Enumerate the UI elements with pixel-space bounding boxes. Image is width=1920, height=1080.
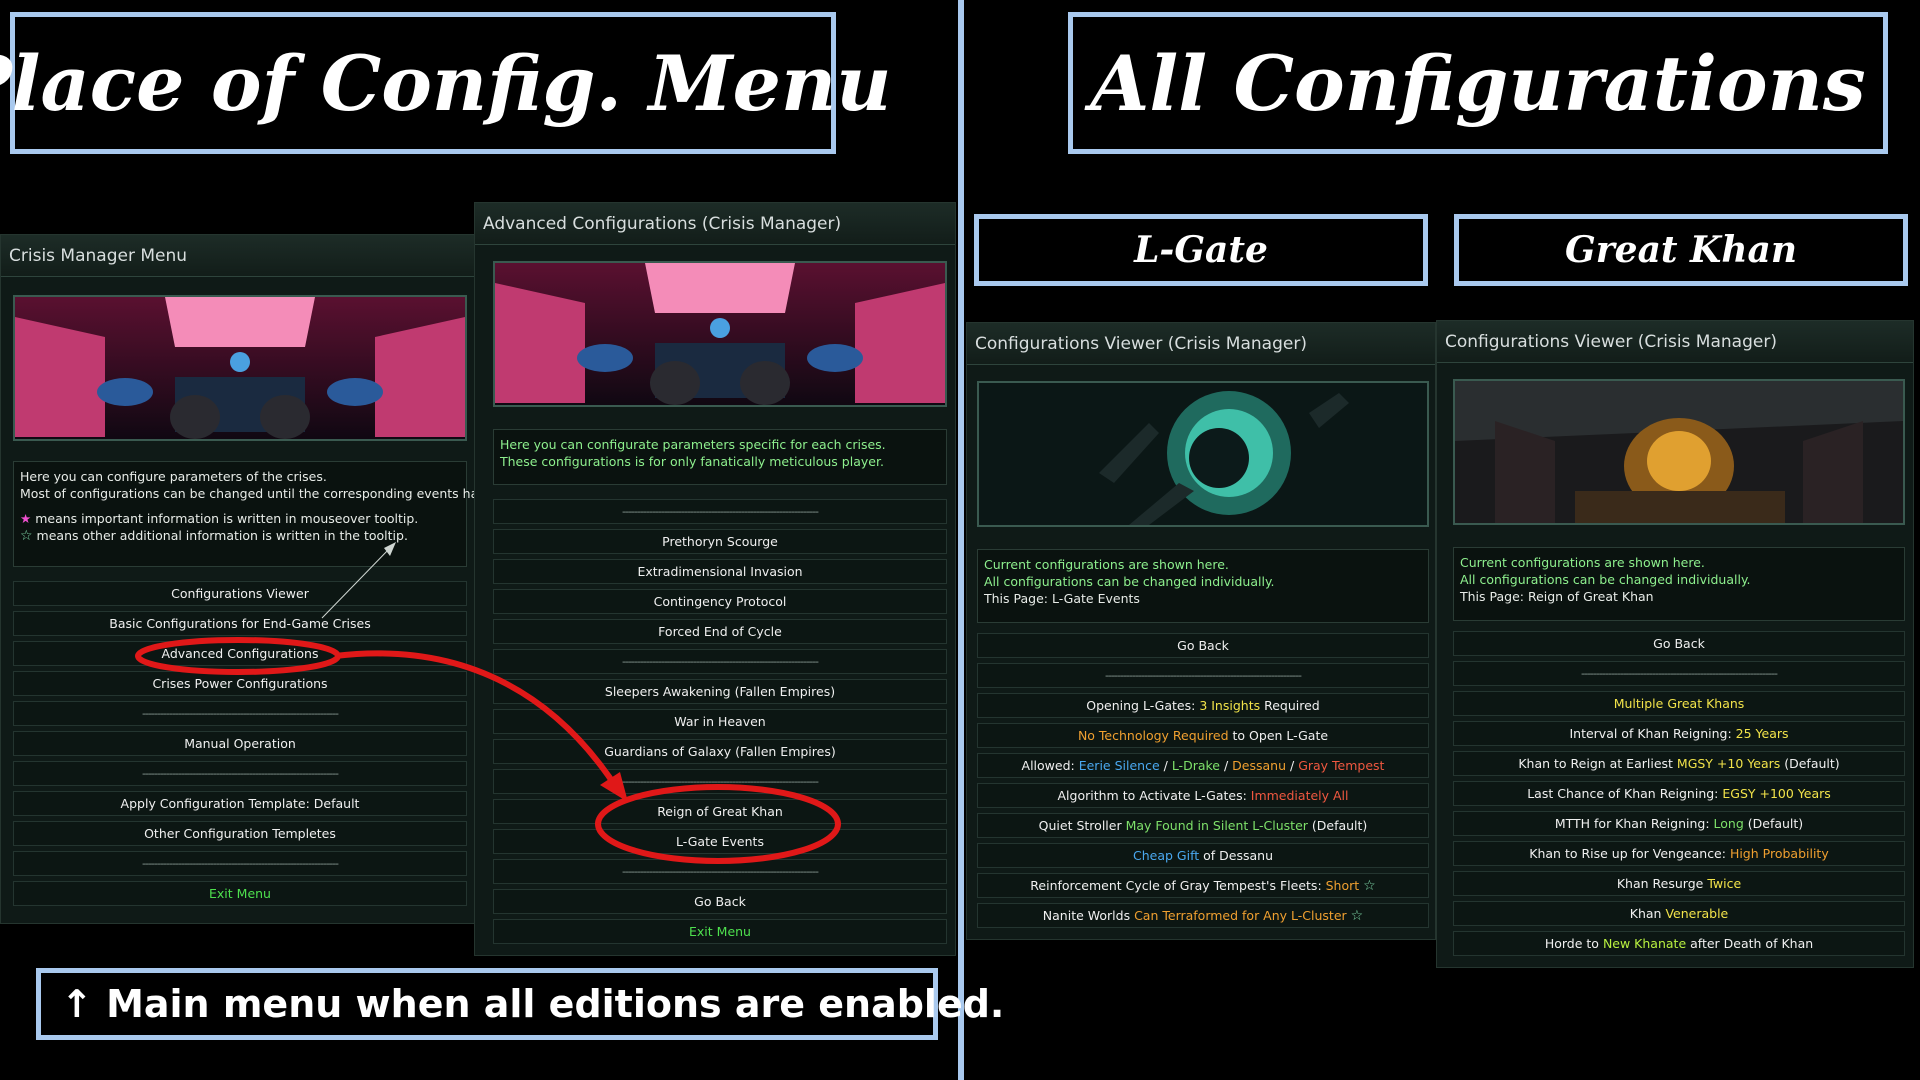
row-resurge[interactable]: Khan Resurge Twice — [1453, 871, 1905, 896]
lgate-description: Current configurations are shown here. A… — [977, 549, 1429, 623]
panel-title: Configurations Viewer (Crisis Manager) — [967, 323, 1435, 365]
menu-configurations-viewer[interactable]: Configurations Viewer — [13, 581, 467, 606]
separator: ----------------------------------------… — [13, 701, 467, 726]
khan-header: Great Khan — [1454, 214, 1908, 286]
right-title: All Configurations — [1090, 38, 1866, 128]
khan-viewer-panel: Configurations Viewer (Crisis Manager) C… — [1436, 320, 1914, 968]
go-back-button[interactable]: Go Back — [977, 633, 1429, 658]
khan-banner-image — [1453, 379, 1905, 525]
lgate-viewer-panel: Configurations Viewer (Crisis Manager) C… — [966, 322, 1436, 940]
menu-advanced-configurations[interactable]: Advanced Configurations — [13, 641, 467, 666]
row-allowed[interactable]: Allowed: Eerie Silence / L-Drake / Dessa… — [977, 753, 1429, 778]
separator: ----------------------------------------… — [493, 649, 947, 674]
row-no-technology[interactable]: No Technology Required to Open L-Gate — [977, 723, 1429, 748]
menu-prethoryn-scourge[interactable]: Prethoryn Scourge — [493, 529, 947, 554]
row-algorithm[interactable]: Algorithm to Activate L-Gates: Immediate… — [977, 783, 1429, 808]
panel-title: Advanced Configurations (Crisis Manager) — [475, 203, 955, 245]
left-title-box: Place of Config. Menu — [0, 12, 891, 154]
menu-guardians-of-galaxy[interactable]: Guardians of Galaxy (Fallen Empires) — [493, 739, 947, 764]
left-title: Place of Config. Menu — [0, 38, 892, 128]
separator: ----------------------------------------… — [493, 769, 947, 794]
crisis-manager-panel: Crisis Manager Menu Here you can configu… — [0, 234, 514, 924]
row-reign-earliest[interactable]: Khan to Reign at Earliest MGSY +10 Years… — [1453, 751, 1905, 776]
menu-reign-of-great-khan[interactable]: Reign of Great Khan — [493, 799, 947, 824]
row-opening-l-gates[interactable]: Opening L-Gates: 3 Insights Required — [977, 693, 1429, 718]
menu-apply-template[interactable]: Apply Configuration Template: Default — [13, 791, 467, 816]
advanced-config-panel: Advanced Configurations (Crisis Manager)… — [474, 202, 956, 956]
menu-crises-power[interactable]: Crises Power Configurations — [13, 671, 467, 696]
green-star-icon: ☆ — [1350, 908, 1364, 924]
menu-extradimensional-invasion[interactable]: Extradimensional Invasion — [493, 559, 947, 584]
row-mtth[interactable]: MTTH for Khan Reigning: Long (Default) — [1453, 811, 1905, 836]
crisis-banner-image — [13, 295, 467, 441]
menu-manual-operation[interactable]: Manual Operation — [13, 731, 467, 756]
green-star-icon: ☆ — [1363, 878, 1376, 894]
khan-description: Current configurations are shown here. A… — [1453, 547, 1905, 621]
center-divider — [958, 0, 964, 1080]
separator: ----------------------------------------… — [493, 499, 947, 524]
crisis-description: Here you can configure parameters of the… — [13, 461, 514, 567]
row-venerable[interactable]: Khan Venerable — [1453, 901, 1905, 926]
row-cheap-gift[interactable]: Cheap Gift of Dessanu — [977, 843, 1429, 868]
row-vengeance[interactable]: Khan to Rise up for Vengeance: High Prob… — [1453, 841, 1905, 866]
bottom-note: ↑ Main menu when all editions are enable… — [36, 968, 1004, 1040]
advanced-description: Here you can configurate parameters spec… — [493, 429, 947, 485]
separator: ----------------------------------------… — [1453, 661, 1905, 686]
advanced-banner-image — [493, 261, 947, 407]
menu-war-in-heaven[interactable]: War in Heaven — [493, 709, 947, 734]
lgate-header: L-Gate — [974, 214, 1428, 286]
separator: ----------------------------------------… — [13, 851, 467, 876]
menu-sleepers-awakening[interactable]: Sleepers Awakening (Fallen Empires) — [493, 679, 947, 704]
panel-title: Crisis Manager Menu — [1, 235, 481, 277]
row-last-chance[interactable]: Last Chance of Khan Reigning: EGSY +100 … — [1453, 781, 1905, 806]
lgate-banner-image — [977, 381, 1429, 527]
row-reinforcement-cycle[interactable]: Reinforcement Cycle of Gray Tempest's Fl… — [977, 873, 1429, 898]
right-title-box: All Configurations — [1068, 12, 1888, 154]
row-interval[interactable]: Interval of Khan Reigning: 25 Years — [1453, 721, 1905, 746]
menu-contingency-protocol[interactable]: Contingency Protocol — [493, 589, 947, 614]
go-back-button[interactable]: Go Back — [1453, 631, 1905, 656]
separator: ----------------------------------------… — [13, 761, 467, 786]
separator: ----------------------------------------… — [977, 663, 1429, 688]
menu-other-templates[interactable]: Other Configuration Templetes — [13, 821, 467, 846]
go-back-button[interactable]: Go Back — [493, 889, 947, 914]
row-quiet-stroller[interactable]: Quiet Stroller May Found in Silent L-Clu… — [977, 813, 1429, 838]
menu-basic-configurations[interactable]: Basic Configurations for End-Game Crises — [13, 611, 467, 636]
green-star-icon: ☆ — [20, 528, 33, 544]
exit-menu-button[interactable]: Exit Menu — [13, 881, 467, 906]
menu-forced-end-of-cycle[interactable]: Forced End of Cycle — [493, 619, 947, 644]
menu-l-gate-events[interactable]: L-Gate Events — [493, 829, 947, 854]
row-nanite-worlds[interactable]: Nanite Worlds Can Terraformed for Any L-… — [977, 903, 1429, 928]
panel-title: Configurations Viewer (Crisis Manager) — [1437, 321, 1913, 363]
separator: ----------------------------------------… — [493, 859, 947, 884]
exit-menu-button[interactable]: Exit Menu — [493, 919, 947, 944]
row-new-khanate[interactable]: Horde to New Khanate after Death of Khan — [1453, 931, 1905, 956]
row-multiple-great-khans[interactable]: Multiple Great Khans — [1453, 691, 1905, 716]
pink-star-icon: ★ — [20, 511, 32, 526]
